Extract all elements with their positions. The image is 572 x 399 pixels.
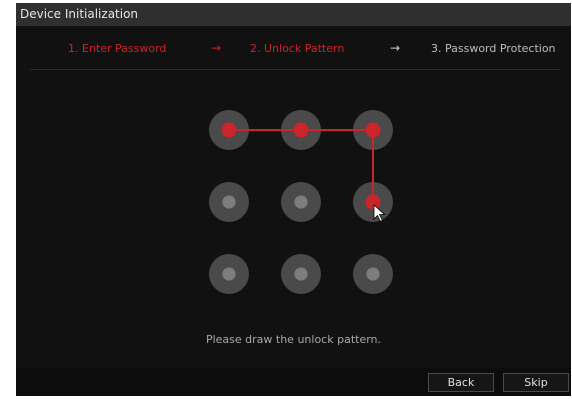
pattern-dot-3-center: [365, 122, 381, 138]
pattern-dot-1-center: [221, 122, 237, 138]
pattern-dot-8-center: [294, 267, 308, 281]
pattern-dot-4-center: [222, 195, 236, 209]
pattern-prompt: Please draw the unlock pattern.: [205, 333, 382, 346]
pattern-dot-9-center: [366, 267, 380, 281]
pattern-dot-6-center: [365, 194, 381, 210]
pattern-dot-2-center: [293, 122, 309, 138]
pattern-dot-5-center: [294, 195, 308, 209]
skip-button[interactable]: Skip: [503, 373, 569, 392]
back-button[interactable]: Back: [428, 373, 494, 392]
device-initialization-window: Device Initialization 1. Enter Password …: [16, 3, 571, 396]
pattern-dot-7-center: [222, 267, 236, 281]
